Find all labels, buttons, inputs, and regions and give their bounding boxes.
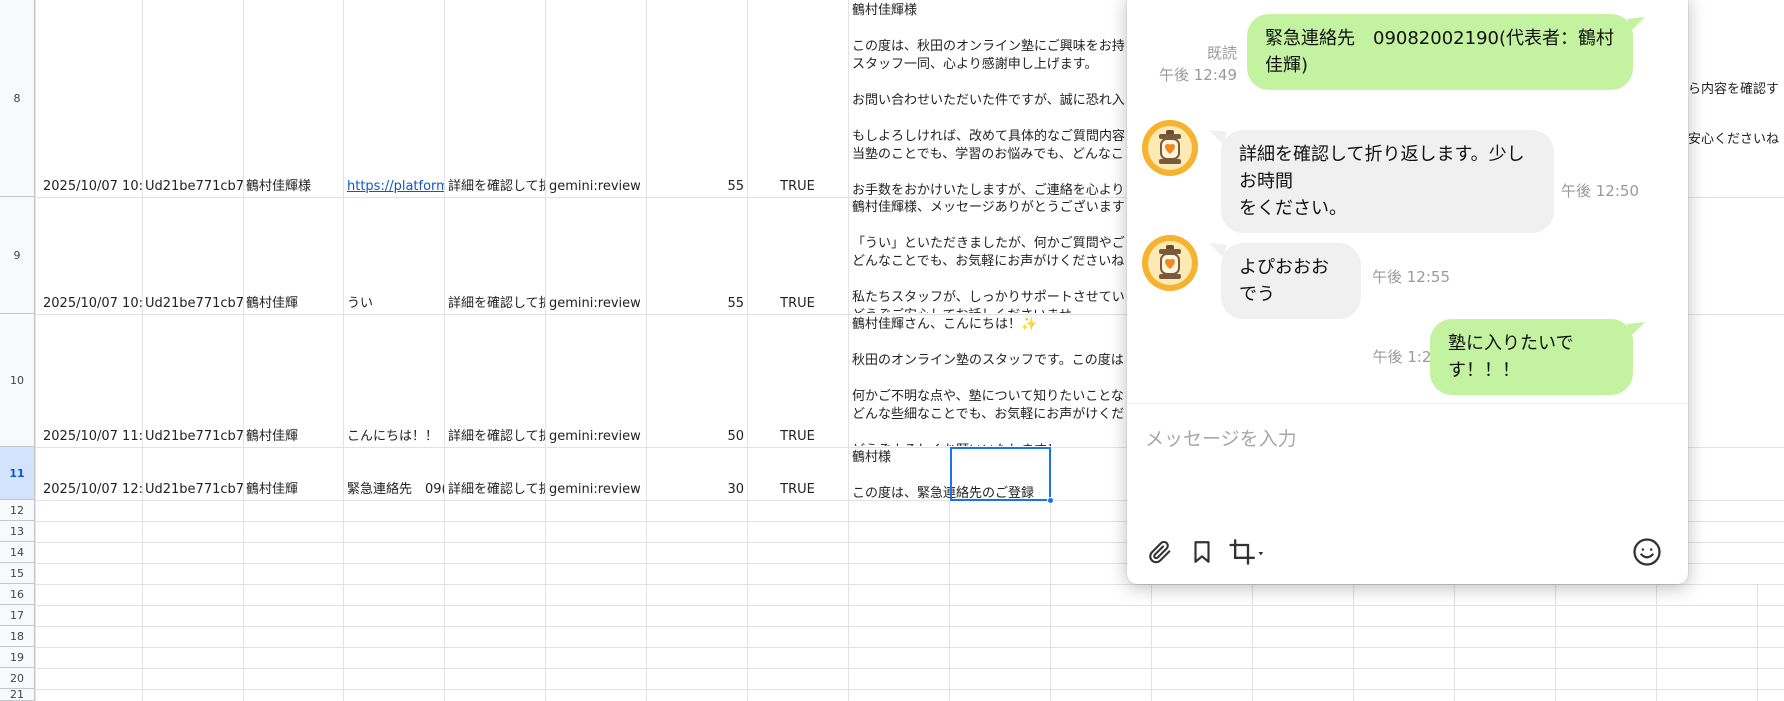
cell-status[interactable]: 詳細を確認して折	[445, 481, 545, 499]
row-header[interactable]: 19	[0, 647, 35, 668]
cell-score[interactable]: 50	[646, 428, 747, 446]
row-header[interactable]: 12	[0, 500, 35, 521]
column-divider	[848, 0, 849, 701]
cell-model[interactable]: gemini:review	[546, 428, 646, 446]
cell-user-id[interactable]: Ud21be771cb70	[142, 178, 243, 196]
cell-flag[interactable]: TRUE	[747, 481, 848, 499]
row-header[interactable]: 20	[0, 668, 35, 689]
cell-flag[interactable]: TRUE	[747, 428, 848, 446]
column-divider	[646, 0, 647, 701]
row-header[interactable]: 21	[0, 688, 35, 701]
row-divider	[35, 605, 1784, 606]
cell-timestamp[interactable]: 2025/10/07 12:5	[40, 481, 142, 499]
paperclip-icon[interactable]	[1145, 537, 1175, 567]
bubble-tail	[1627, 17, 1645, 31]
row-header[interactable]: 14	[0, 542, 35, 563]
column-divider	[1757, 585, 1758, 701]
active-cell-selection[interactable]	[950, 447, 1051, 501]
row-header[interactable]: 9	[0, 197, 35, 314]
cell-timestamp[interactable]: 2025/10/07 11:0	[40, 428, 142, 446]
column-divider	[1454, 585, 1455, 701]
row-divider	[35, 647, 1784, 648]
cell-name[interactable]: 鶴村佳輝	[243, 295, 343, 313]
cell-reply[interactable]: 鶴村佳輝さん、こんにちは！✨ 秋田のオンライン塾のスタッフです。この度は 何かご…	[852, 316, 1127, 446]
cell-message-link[interactable]: https://platform.c	[344, 178, 444, 196]
column-divider	[1252, 585, 1253, 701]
column-divider	[949, 500, 950, 701]
row-header-selected[interactable]: 11	[0, 447, 35, 500]
cell-user-id[interactable]: Ud21be771cb70	[142, 481, 243, 499]
message-time: 午後 12:55	[1372, 268, 1450, 286]
input-divider	[1127, 403, 1688, 404]
cell-name[interactable]: 鶴村佳輝様	[243, 178, 343, 196]
cell-name[interactable]: 鶴村佳輝	[243, 428, 343, 446]
row-header[interactable]: 16	[0, 584, 35, 605]
row-header[interactable]: 18	[0, 626, 35, 647]
cell-timestamp[interactable]: 2025/10/07 10:3	[40, 178, 142, 196]
my-message-bubble[interactable]: 塾に入りたいです！！！	[1430, 319, 1633, 395]
chat-window: 既読 午後 12:49 緊急連絡先 09082002190(代表者：鶴村 佳輝)…	[1127, 0, 1688, 584]
column-divider	[747, 0, 748, 701]
cell-user-id[interactable]: Ud21be771cb70	[142, 428, 243, 446]
row-header[interactable]: 13	[0, 521, 35, 542]
column-divider	[545, 0, 546, 701]
column-divider	[1555, 585, 1556, 701]
cell-message[interactable]: うい	[344, 295, 444, 313]
lantern-avatar[interactable]	[1142, 235, 1198, 291]
cell-status[interactable]: 詳細を確認して折	[445, 295, 545, 313]
message-input[interactable]: メッセージを入力	[1145, 424, 1665, 504]
row-header[interactable]: 8	[0, 0, 35, 197]
message-time: 午後 12:49	[1159, 66, 1237, 84]
column-divider	[1151, 585, 1152, 701]
column-divider	[1353, 585, 1354, 701]
message-time: 午後 12:50	[1561, 182, 1639, 200]
lantern-icon	[1142, 120, 1198, 176]
cell-flag[interactable]: TRUE	[747, 178, 848, 196]
row-header[interactable]: 17	[0, 605, 35, 626]
cell-message[interactable]: 緊急連絡先 09(	[344, 481, 444, 499]
row-header[interactable]: 15	[0, 563, 35, 584]
cell-name[interactable]: 鶴村佳輝	[243, 481, 343, 499]
column-divider	[1656, 585, 1657, 701]
column-divider	[243, 0, 244, 701]
column-divider	[142, 0, 143, 701]
cell-status[interactable]: 詳細を確認して折	[445, 178, 545, 196]
cell-message[interactable]: こんにちは！！	[344, 428, 444, 446]
column-divider	[444, 0, 445, 701]
cell-reply[interactable]: 鶴村佳輝様、メッセージありがとうございます 「うい」といただきましたが、何かご質…	[852, 199, 1127, 313]
cell-timestamp[interactable]: 2025/10/07 10:3	[40, 295, 142, 313]
bookmark-icon[interactable]	[1187, 537, 1217, 567]
message-time: 午後 1:23	[1372, 348, 1441, 366]
their-message-bubble[interactable]: 詳細を確認して折り返します。少しお時間 をください。	[1221, 130, 1554, 233]
row-divider	[35, 668, 1784, 669]
row-divider	[35, 626, 1784, 627]
bubble-tail	[1627, 322, 1645, 336]
row-divider	[35, 584, 1784, 585]
read-receipt: 既読	[1206, 44, 1237, 62]
cell-model[interactable]: gemini:review	[546, 178, 646, 196]
column-divider	[343, 0, 344, 701]
row-divider	[35, 689, 1784, 690]
cell-user-id[interactable]: Ud21be771cb70	[142, 295, 243, 313]
crop-icon[interactable]	[1227, 537, 1269, 567]
column-divider	[35, 0, 36, 701]
emoji-icon[interactable]	[1632, 537, 1662, 567]
row-header[interactable]: 10	[0, 314, 35, 447]
lantern-icon	[1142, 235, 1198, 291]
fill-handle[interactable]	[1047, 497, 1054, 504]
cell-model[interactable]: gemini:review	[546, 295, 646, 313]
cell-flag[interactable]: TRUE	[747, 295, 848, 313]
lantern-avatar[interactable]	[1142, 120, 1198, 176]
cell-score[interactable]: 55	[646, 178, 747, 196]
cell-status[interactable]: 詳細を確認して折	[445, 428, 545, 446]
cell-reply-overflow: ら内容を確認す	[1688, 82, 1780, 97]
my-message-bubble[interactable]: 緊急連絡先 09082002190(代表者：鶴村 佳輝)	[1247, 14, 1633, 90]
their-message-bubble[interactable]: よぴおおおでう	[1221, 243, 1361, 319]
cell-reply[interactable]: 鶴村佳輝様 この度は、秋田のオンライン塾にご興味をお持 スタッフ一同、心より感謝…	[852, 2, 1127, 196]
cell-reply-overflow: 安心くださいね	[1688, 132, 1780, 147]
cell-model[interactable]: gemini:review	[546, 481, 646, 499]
cell-score[interactable]: 30	[646, 481, 747, 499]
column-divider	[1050, 500, 1051, 701]
cell-score[interactable]: 55	[646, 295, 747, 313]
